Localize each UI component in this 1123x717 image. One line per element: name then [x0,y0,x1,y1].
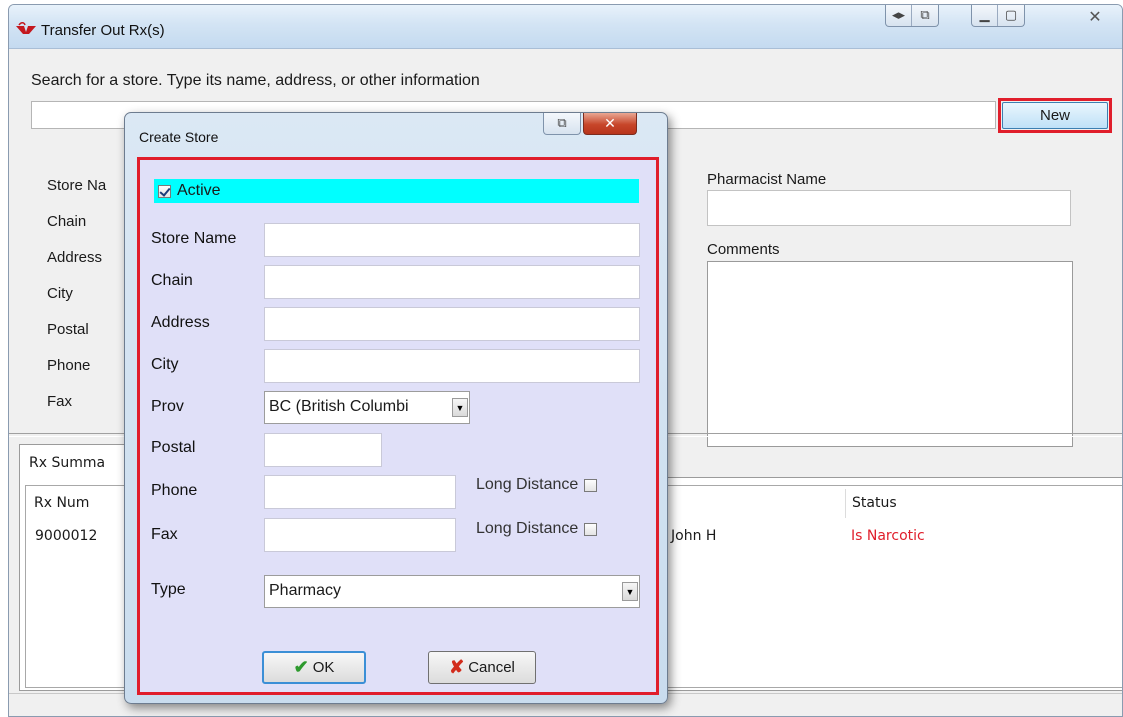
cancel-button[interactable]: ✘ Cancel [428,651,536,684]
status-cell[interactable]: Is Narcotic [851,528,925,544]
address-input[interactable] [264,307,640,341]
phone-label: Phone [47,357,91,374]
fax-input[interactable] [264,518,456,552]
type-value: Pharmacy [269,582,342,599]
chevron-down-icon[interactable]: ▼ [622,582,638,601]
postal-input[interactable] [264,433,382,467]
ok-label: OK [312,659,335,676]
city-input[interactable] [264,349,640,383]
title-tools: ◂▸ ⧉ [885,5,939,27]
pharmacist-name-label: Pharmacist Name [707,171,827,188]
fax-long-distance-checkbox[interactable] [584,522,598,536]
search-label: Search for a store. Type its name, addre… [31,72,480,89]
address-label: Address [47,249,103,266]
fax-long-distance[interactable]: Long Distance [476,520,598,538]
phone-long-distance[interactable]: Long Distance [476,476,598,494]
fax-field-label: Fax [151,526,178,543]
postal-label: Postal [47,321,89,338]
window-controls: ▁ ▢ [971,5,1025,27]
prov-select[interactable]: BC (British Columbi ▼ [264,391,470,424]
checkmark-icon: ✔ [293,657,309,677]
dialog-close-icon[interactable]: ✕ [583,113,637,135]
prov-value: BC (British Columbi [269,398,409,415]
chain-input[interactable] [264,265,640,299]
prov-field-label: Prov [151,398,184,415]
ok-button[interactable]: ✔ OK [262,651,366,684]
chain-label: Chain [47,213,87,230]
pill-icon [16,22,36,34]
tab-rx-summary[interactable]: Rx Summa [19,444,131,478]
long-distance-label: Long Distance [476,476,579,493]
new-button[interactable]: New [1002,102,1108,129]
chain-field-label: Chain [151,272,193,289]
type-field-label: Type [151,581,186,598]
comments-textarea[interactable] [707,261,1073,447]
fax-label: Fax [47,393,73,410]
pharmacist-name-input[interactable] [707,190,1071,226]
store-name-input[interactable] [264,223,640,257]
cancel-label: Cancel [468,659,515,676]
active-checkbox[interactable] [158,184,171,198]
comments-label: Comments [707,241,780,258]
chevron-down-icon[interactable]: ▼ [452,398,468,417]
store-name-label: Store Na [47,177,107,194]
rx-num-cell[interactable]: 9000012 [35,528,97,544]
postal-field-label: Postal [151,439,196,456]
maximize-icon[interactable]: ▢ [998,5,1024,26]
window-title: Transfer Out Rx(s) [41,22,165,39]
swap-icon[interactable]: ◂▸ [886,5,912,26]
address-field-label: Address [151,314,210,331]
store-name-field-label: Store Name [151,230,237,247]
city-field-label: City [151,356,179,373]
city-label: City [47,285,73,302]
active-row[interactable]: Active [154,179,639,203]
active-label: Active [177,182,221,199]
restore-window-icon[interactable]: ⧉ [912,5,938,26]
dialog-restore-icon[interactable]: ⧉ [543,113,581,135]
patient-name-cell[interactable]: John H [671,528,716,544]
create-store-form: Active Store Name Chain Address City Pro… [137,157,659,695]
type-select[interactable]: Pharmacy ▼ [264,575,640,608]
phone-input[interactable] [264,475,456,509]
phone-field-label: Phone [151,482,198,499]
dialog-title: Create Store [139,129,219,145]
status-column-header[interactable]: Status [845,489,1122,518]
long-distance-label: Long Distance [476,520,579,537]
minimize-icon[interactable]: ▁ [972,5,998,26]
phone-long-distance-checkbox[interactable] [584,478,598,492]
close-icon[interactable]: ✕ [1074,5,1116,27]
create-store-dialog: Create Store ⧉ ✕ Active Store Name Chain… [124,112,668,704]
cancel-x-icon: ✘ [449,657,465,677]
title-bar[interactable]: Transfer Out Rx(s) ◂▸ ⧉ ▁ ▢ ✕ [9,5,1122,49]
